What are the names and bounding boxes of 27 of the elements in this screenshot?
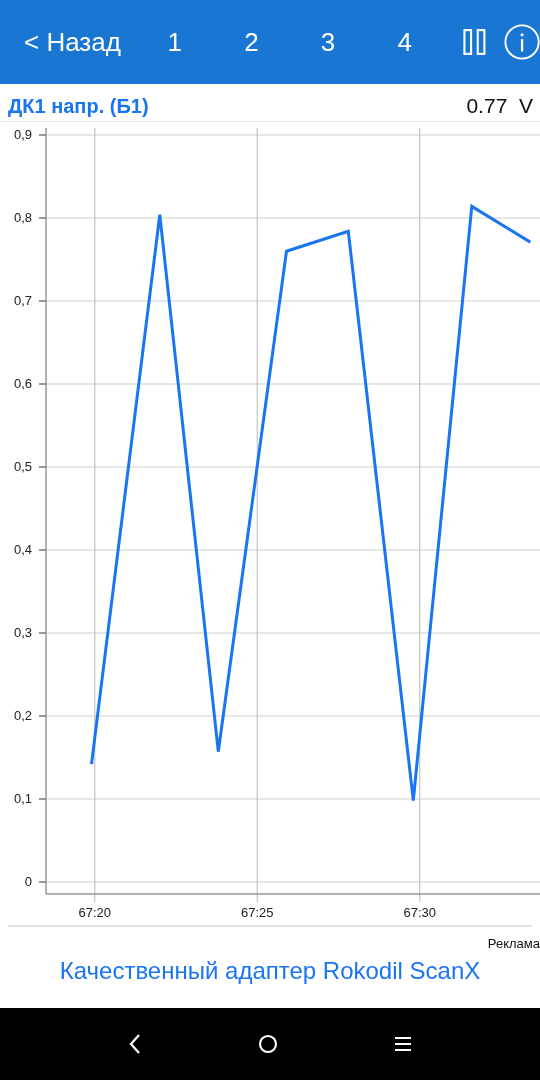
y-tick-label: 0,9 [13,127,32,142]
ad-label: Реклама [487,936,540,951]
y-tick-label: 0,4 [13,542,32,557]
back-icon[interactable] [128,1034,141,1054]
x-tick-label: 67:25 [241,905,274,920]
x-tick-label: 67:30 [403,905,436,920]
sensor-name: ДК1 напр. (Б1) [8,95,149,119]
y-tick-label: 0,3 [13,625,32,640]
info-icon[interactable] [503,23,540,61]
y-tick-label: 0,8 [13,210,32,225]
sensor-reading: 0.77 V [466,94,533,119]
y-tick-label: 0,6 [13,376,32,391]
back-button[interactable]: < Назад [18,22,137,62]
ad-link[interactable]: Качественный адаптер Rokodil ScanX [0,951,540,985]
y-tick-label: 0,1 [13,791,32,806]
y-tick-label: 0,5 [13,459,32,474]
page-tab[interactable]: 4 [366,22,444,62]
y-tick-label: 0 [24,874,32,889]
page-tab[interactable]: 2 [213,22,290,62]
x-tick-label: 67:20 [78,905,111,920]
home-icon[interactable] [258,1034,278,1054]
y-tick-label: 0,7 [13,293,32,308]
menu-icon[interactable] [395,1036,412,1052]
y-tick-label: 0,2 [13,708,32,723]
page-tab[interactable]: 3 [289,22,367,62]
pause-icon[interactable] [463,28,486,56]
page-tab[interactable]: 1 [136,22,214,62]
